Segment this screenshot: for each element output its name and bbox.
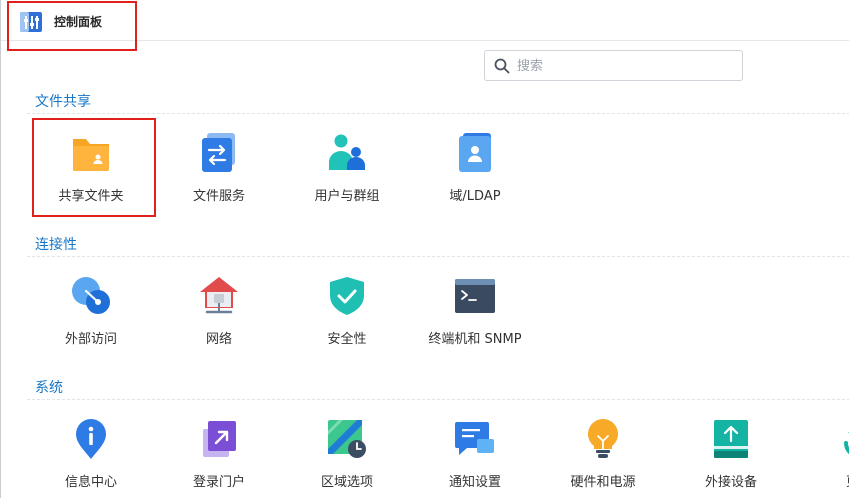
section-divider [27, 256, 849, 257]
tile-label: 终端机和 SNMP [428, 332, 522, 347]
login-portal-icon [203, 421, 236, 457]
info-center-icon [76, 419, 106, 459]
tile-info-center[interactable]: 信息中心 [26, 419, 156, 498]
tile-notification[interactable]: 通知设置 [410, 419, 540, 498]
security-shield-icon [330, 277, 364, 315]
tile-external-access[interactable]: 外部访问 [26, 276, 156, 356]
tile-label: 文件服务 [192, 189, 245, 204]
tile-label: 更新 [794, 471, 849, 490]
section-divider [27, 399, 849, 400]
search-input[interactable] [517, 56, 732, 76]
tile-label: 安全性 [327, 332, 367, 347]
section-divider [27, 113, 849, 114]
user-group-icon [329, 134, 365, 170]
tile-domain-ldap[interactable]: 域/LDAP [410, 133, 540, 213]
tile-terminal-snmp[interactable]: 终端机和 SNMP [410, 276, 540, 356]
tile-label: 外接设备 [704, 475, 757, 490]
tile-label: 外部访问 [64, 332, 117, 347]
network-icon [200, 277, 238, 314]
tile-external-devices[interactable]: 外接设备 [666, 419, 796, 498]
tile-network[interactable]: 网络 [154, 276, 284, 356]
hardware-power-icon [588, 419, 618, 458]
search-icon [494, 58, 510, 74]
search-box[interactable] [484, 50, 743, 81]
notification-icon [455, 422, 494, 455]
tile-label: 通知设置 [448, 475, 501, 490]
external-access-icon [72, 277, 110, 314]
tile-file-services[interactable]: 文件服务 [154, 133, 284, 213]
external-devices-icon [714, 420, 748, 458]
tile-update-restore[interactable]: 更新 [794, 419, 849, 498]
tile-login-portal[interactable]: 登录门户 [154, 419, 284, 498]
title-highlight-box [7, 1, 137, 51]
tile-label: 域/LDAP [449, 189, 501, 204]
tile-security[interactable]: 安全性 [282, 276, 412, 356]
tile-label: 网络 [205, 332, 232, 347]
regional-options-icon [328, 420, 366, 458]
file-services-icon [202, 133, 235, 172]
tile-label: 硬件和电源 [570, 475, 636, 490]
section-title-connectivity: 连接性 [35, 237, 77, 253]
tile-user-group[interactable]: 用户与群组 [282, 133, 412, 213]
tile-label: 信息中心 [64, 475, 117, 490]
section-title-file-sharing: 文件共享 [35, 94, 91, 110]
tile-hardware-power[interactable]: 硬件和电源 [538, 419, 668, 498]
tile-label: 区域选项 [320, 475, 373, 490]
shared-folder-highlight-box [32, 118, 156, 217]
section-title-system: 系统 [35, 380, 63, 396]
tile-regional-options[interactable]: 区域选项 [282, 419, 412, 498]
update-restore-icon [844, 432, 849, 455]
domain-ldap-icon [459, 133, 491, 172]
control-panel-window: 控制面板 文件共享 共享文件夹 文件服务 [0, 0, 849, 498]
tile-label: 用户与群组 [314, 189, 380, 204]
tile-label: 登录门户 [192, 475, 245, 490]
terminal-icon [455, 279, 495, 313]
